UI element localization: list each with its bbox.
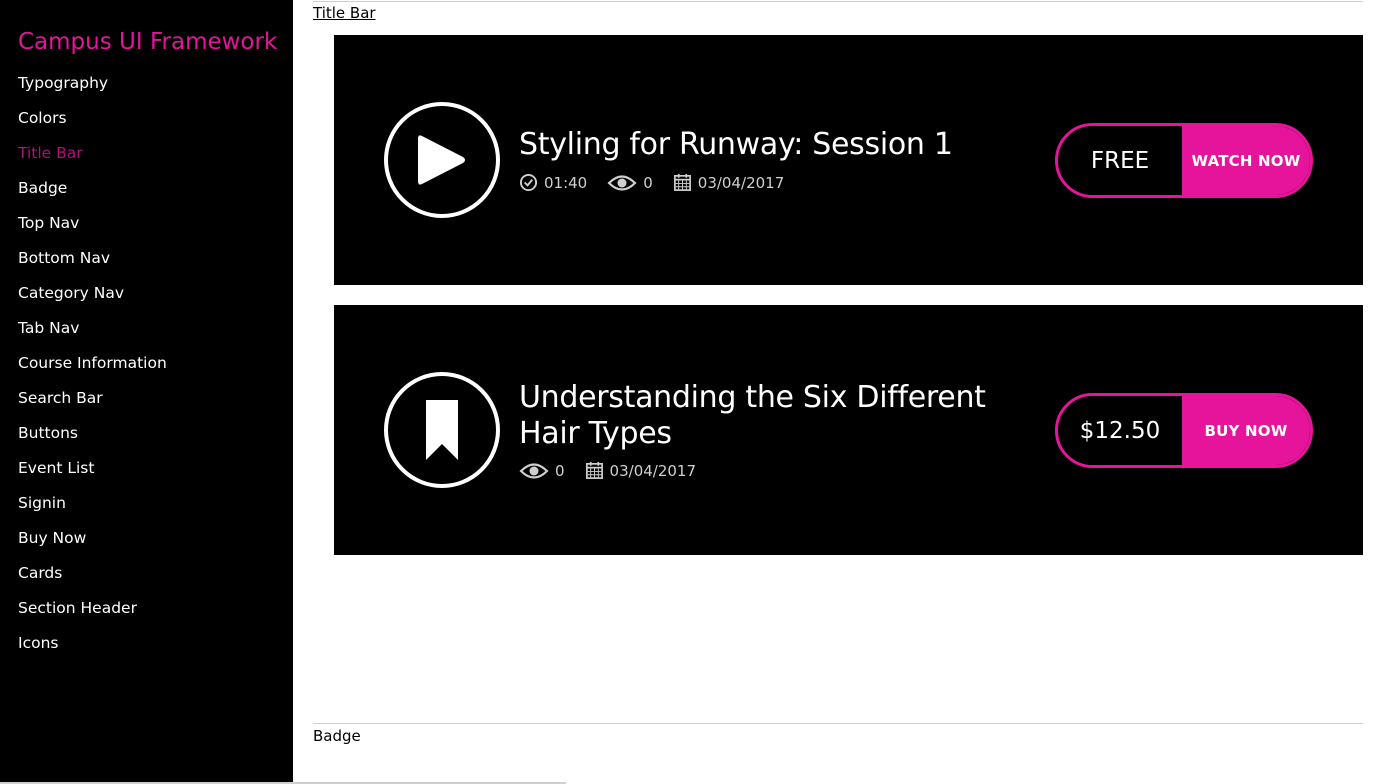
views-value: 0 — [643, 173, 653, 192]
date-meta: 03/04/2017 — [673, 173, 784, 192]
section-divider — [313, 723, 1363, 724]
price-label: $12.50 — [1058, 396, 1182, 465]
play-icon[interactable] — [384, 102, 500, 218]
sidebar-nav: Typography Colors Title Bar Badge Top Na… — [0, 66, 293, 661]
duration-meta: 01:40 — [519, 173, 587, 192]
sidebar-item-title-bar[interactable]: Title Bar — [0, 136, 293, 171]
eye-icon — [607, 174, 637, 191]
sidebar-item-typography[interactable]: Typography — [0, 66, 293, 101]
course-card: Styling for Runway: Session 1 01:40 0 03… — [334, 35, 1363, 285]
sidebar-item-cards[interactable]: Cards — [0, 556, 293, 591]
date-value: 03/04/2017 — [697, 173, 785, 192]
sidebar-item-search-bar[interactable]: Search Bar — [0, 381, 293, 416]
bookmark-icon[interactable] — [384, 372, 500, 488]
sidebar-item-icons[interactable]: Icons — [0, 626, 293, 661]
sidebar-item-course-information[interactable]: Course Information — [0, 346, 293, 381]
watch-now-button[interactable]: FREE WATCH NOW — [1055, 123, 1313, 198]
brand-title[interactable]: Campus UI Framework — [0, 26, 293, 66]
sidebar-item-badge[interactable]: Badge — [0, 171, 293, 206]
clock-icon — [519, 173, 538, 192]
sidebar-item-section-header[interactable]: Section Header — [0, 591, 293, 626]
course-title: Styling for Runway: Session 1 — [519, 127, 953, 162]
section-divider — [313, 1, 1363, 2]
sidebar-item-event-list[interactable]: Event List — [0, 451, 293, 486]
duration-value: 01:40 — [544, 173, 588, 192]
views-meta: 0 — [607, 174, 653, 192]
course-meta: 01:40 0 03/04/2017 — [519, 173, 804, 192]
course-card: Understanding the Six Different Hair Typ… — [334, 305, 1363, 555]
sidebar-item-buttons[interactable]: Buttons — [0, 416, 293, 451]
views-value: 0 — [555, 461, 565, 480]
price-label: FREE — [1058, 126, 1182, 195]
sidebar-item-tab-nav[interactable]: Tab Nav — [0, 311, 293, 346]
views-meta: 0 — [519, 462, 565, 480]
eye-icon — [519, 462, 549, 479]
sidebar-item-signin[interactable]: Signin — [0, 486, 293, 521]
sidebar-item-bottom-nav[interactable]: Bottom Nav — [0, 241, 293, 276]
sidebar-item-top-nav[interactable]: Top Nav — [0, 206, 293, 241]
date-meta: 03/04/2017 — [585, 461, 696, 480]
sidebar: Campus UI Framework Typography Colors Ti… — [0, 0, 293, 784]
sidebar-item-category-nav[interactable]: Category Nav — [0, 276, 293, 311]
calendar-icon — [585, 461, 603, 479]
main-content: Title Bar Styling for Runway: Session 1 … — [293, 0, 1380, 784]
action-label: WATCH NOW — [1182, 126, 1310, 195]
buy-now-button[interactable]: $12.50 BUY NOW — [1055, 393, 1313, 468]
sidebar-item-buy-now[interactable]: Buy Now — [0, 521, 293, 556]
sidebar-item-colors[interactable]: Colors — [0, 101, 293, 136]
action-label: BUY NOW — [1182, 396, 1310, 465]
date-value: 03/04/2017 — [609, 461, 697, 480]
course-meta: 0 03/04/2017 — [519, 461, 716, 480]
section-title-badge: Badge — [313, 727, 361, 745]
section-title-title-bar[interactable]: Title Bar — [313, 4, 376, 22]
course-title: Understanding the Six Different Hair Typ… — [519, 380, 986, 451]
calendar-icon — [673, 173, 691, 191]
